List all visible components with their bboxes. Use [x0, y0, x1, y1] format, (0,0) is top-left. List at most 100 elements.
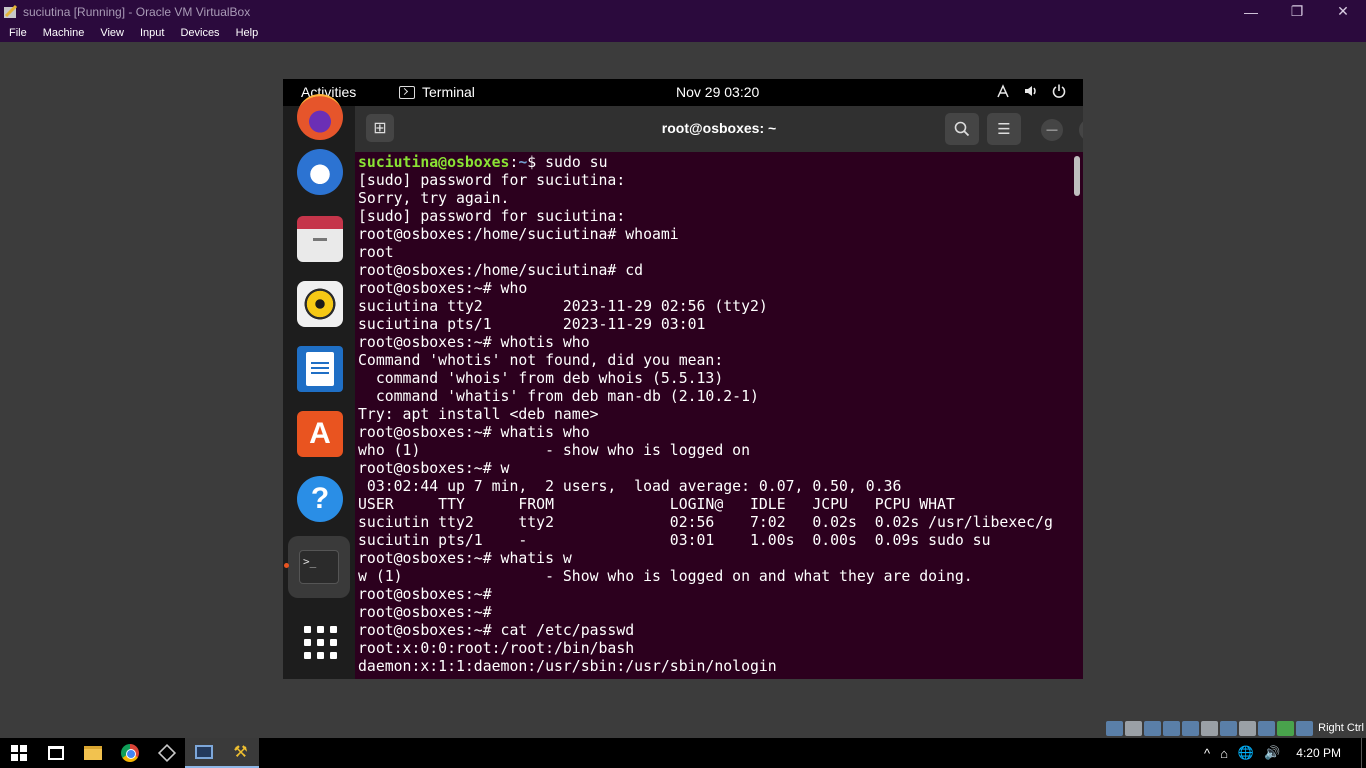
files-icon[interactable]: [297, 216, 343, 262]
ubuntu-software-icon[interactable]: A: [297, 411, 343, 457]
gnome-top-bar: Activities Terminal Nov 29 03:20: [283, 79, 1083, 106]
vbox-menubar: File Machine View Input Devices Help: [0, 23, 1366, 42]
terminal-line: root@osboxes:/home/suciutina# whoami: [358, 226, 679, 243]
terminal-window[interactable]: ⊞ root@osboxes: ~ ☰ — ❐ ✕ suciutina@osbo…: [355, 106, 1083, 679]
virtualbox-app-icon[interactable]: [3, 4, 19, 20]
terminal-line: suciutina tty2 2023-11-29 02:56 (tty2): [358, 298, 768, 315]
volume-icon[interactable]: [1023, 83, 1039, 99]
terminal-line: suciutina@osboxes:~$ sudo su: [358, 154, 608, 171]
terminal-line: root@osboxes:~# cat /etc/passwd: [358, 622, 635, 639]
windows-system-tray: ^ ⌂ 🌐 🔊 4:20 PM: [1204, 738, 1366, 768]
usb-icon[interactable]: [1182, 720, 1200, 736]
audio-icon[interactable]: [1144, 720, 1162, 736]
power-icon[interactable]: [1051, 83, 1067, 99]
menu-machine[interactable]: Machine: [35, 27, 93, 39]
running-indicator: [284, 563, 289, 568]
windows-start-icon[interactable]: [0, 738, 37, 768]
menu-file[interactable]: File: [0, 27, 35, 39]
menu-input[interactable]: Input: [132, 27, 172, 39]
terminal-output[interactable]: suciutina@osboxes:~$ sudo su [sudo] passw…: [358, 154, 1070, 676]
hard-disk-icon[interactable]: [1106, 720, 1124, 736]
terminal-line: USER TTY FROM LOGIN@ IDLE JCPU PCPU WHAT: [358, 496, 955, 513]
ubuntu-dock: A ? >_: [283, 94, 355, 679]
terminal-line: root@osboxes:~#: [358, 604, 492, 621]
terminal-line: root@osboxes:~# w: [358, 460, 510, 477]
search-icon: [954, 121, 970, 137]
terminal-line: suciutin tty2 tty2 02:56 7:02 0.02s 0.02…: [358, 514, 1053, 531]
network-icon[interactable]: [995, 83, 1011, 99]
terminal-line: root@osboxes:~# whotis who: [358, 334, 590, 351]
terminal-line: root:x:0:0:root:/root:/bin/bash: [358, 640, 635, 657]
terminal-line: root@osboxes:~#: [358, 586, 492, 603]
terminal-line: [sudo] password for suciutina:: [358, 172, 626, 189]
minimize-button[interactable]: —: [1228, 0, 1274, 23]
hamburger-menu-button[interactable]: ☰: [987, 113, 1021, 145]
virtualbox-vm-icon[interactable]: [185, 738, 222, 768]
show-desktop-button[interactable]: [1361, 738, 1366, 768]
vm-screen[interactable]: Activities Terminal Nov 29 03:20 A ? >_ …: [283, 79, 1083, 679]
vbox-status-bar: Right Ctrl: [1106, 719, 1364, 737]
thunderbird-icon[interactable]: [297, 149, 343, 195]
shared-folders-icon[interactable]: [1201, 720, 1219, 736]
firefox-icon[interactable]: [297, 94, 343, 140]
terminal-line: 03:02:44 up 7 min, 2 users, load average…: [358, 478, 902, 495]
file-explorer-icon[interactable]: [74, 738, 111, 768]
virtualbox-manager-icon[interactable]: [148, 738, 185, 768]
windows-taskbar: ⚒ ^ ⌂ 🌐 🔊 4:20 PM: [0, 738, 1366, 768]
network-icon[interactable]: [1163, 720, 1181, 736]
help-icon[interactable]: ?: [297, 476, 343, 522]
terminal-line: root@osboxes:~# whatis who: [358, 424, 590, 441]
terminal-line: Try: apt install <deb name>: [358, 406, 599, 423]
keyboard-icon[interactable]: [1296, 720, 1314, 736]
gnome-system-tray[interactable]: [995, 83, 1067, 99]
terminal-line: who (1) - show who is logged on: [358, 442, 750, 459]
terminal-icon-screen: >_: [299, 550, 339, 584]
terminal-line: suciutin pts/1 - 03:01 1.00s 0.00s 0.09s…: [358, 532, 991, 549]
display-icon[interactable]: [1220, 720, 1238, 736]
cpu-icon[interactable]: [1258, 720, 1276, 736]
tray-overflow-icon[interactable]: ^: [1204, 746, 1210, 761]
show-apps-icon[interactable]: [297, 619, 343, 665]
terminal-line: root: [358, 244, 394, 261]
terminal-line: daemon:x:1:1:daemon:/usr/sbin:/usr/sbin/…: [358, 658, 777, 675]
host-key-label: Right Ctrl: [1318, 722, 1364, 734]
libreoffice-writer-icon[interactable]: [297, 346, 343, 392]
terminal-line: suciutina pts/1 2023-11-29 03:01: [358, 316, 706, 333]
app-menu-terminal[interactable]: Terminal: [399, 84, 475, 100]
terminal-minimize-button[interactable]: —: [1041, 119, 1063, 141]
vbox-titlebar: suciutina [Running] - Oracle VM VirtualB…: [0, 0, 1366, 23]
taskbar-clock[interactable]: 4:20 PM: [1296, 746, 1341, 760]
gnome-clock[interactable]: Nov 29 03:20: [676, 84, 759, 100]
search-button[interactable]: [945, 113, 979, 145]
terminal-line: root@osboxes:~# whatis w: [358, 550, 572, 567]
meet-now-icon[interactable]: ⌂: [1220, 746, 1228, 761]
rhythmbox-icon[interactable]: [297, 281, 343, 327]
menu-devices[interactable]: Devices: [172, 27, 227, 39]
terminal-line: root@osboxes:/home/suciutina# cd: [358, 262, 644, 279]
chrome-icon[interactable]: [111, 738, 148, 768]
mouse-integration-icon[interactable]: [1277, 720, 1295, 736]
terminal-line: Command 'whotis' not found, did you mean…: [358, 352, 724, 369]
terminal-headerbar: ⊞ root@osboxes: ~ ☰ — ❐ ✕: [355, 106, 1083, 152]
terminal-line: Sorry, try again.: [358, 190, 510, 207]
restore-button[interactable]: ❐: [1274, 0, 1320, 23]
optical-drive-icon[interactable]: [1125, 720, 1143, 736]
terminal-line: command 'whatis' from deb man-db (2.10.2…: [358, 388, 759, 405]
terminal-small-icon: [399, 85, 415, 99]
terminal-line: command 'whois' from deb whois (5.5.13): [358, 370, 724, 387]
terminal-line: [sudo] password for suciutina:: [358, 208, 626, 225]
terminal-line: w (1) - Show who is logged on and what t…: [358, 568, 973, 585]
network-globe-icon[interactable]: 🌐: [1238, 745, 1254, 761]
menu-help[interactable]: Help: [228, 27, 267, 39]
terminal-icon[interactable]: >_: [284, 536, 350, 598]
terminal-line: root@osboxes:~# who: [358, 280, 528, 297]
recording-icon[interactable]: [1239, 720, 1257, 736]
close-button[interactable]: ✕: [1320, 0, 1366, 23]
app-menu-label: Terminal: [422, 84, 475, 100]
task-view-icon[interactable]: [37, 738, 74, 768]
speaker-icon[interactable]: 🔊: [1264, 745, 1280, 761]
tools-icon[interactable]: ⚒: [222, 738, 259, 768]
terminal-scrollbar[interactable]: [1074, 156, 1080, 196]
menu-view[interactable]: View: [92, 27, 132, 39]
window-title: suciutina [Running] - Oracle VM VirtualB…: [23, 4, 251, 19]
